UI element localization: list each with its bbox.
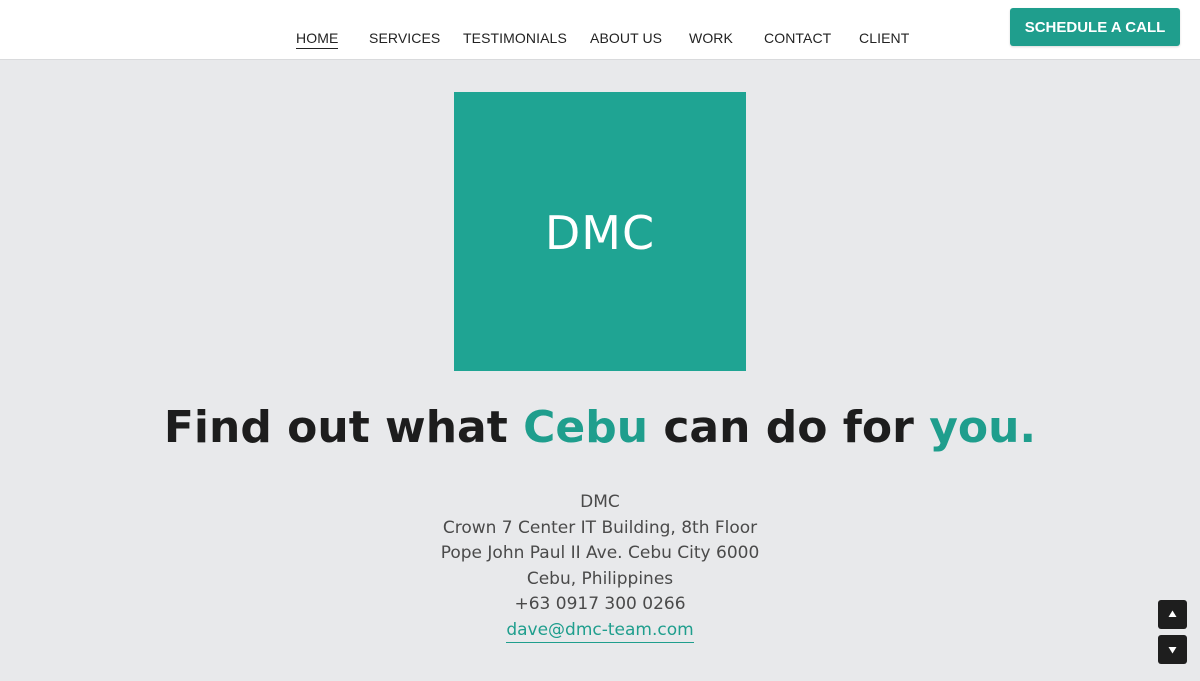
nav-item-services[interactable]: SERVICES <box>369 30 440 46</box>
triangle-up-icon <box>1168 610 1177 617</box>
triangle-down-icon <box>1168 647 1177 654</box>
nav-item-about-us[interactable]: ABOUT US <box>590 30 662 46</box>
nav-item-home[interactable]: HOME <box>296 30 339 49</box>
contact-address-block: DMC Crown 7 Center IT Building, 8th Floo… <box>0 490 1200 643</box>
nav-item-testimonials[interactable]: TESTIMONIALS <box>463 30 567 46</box>
nav-item-client[interactable]: CLIENT <box>859 30 909 46</box>
top-navigation-bar: HOME SERVICES TESTIMONIALS ABOUT US WORK… <box>0 0 1200 60</box>
company-name: DMC <box>580 492 620 512</box>
headline-accent-you: you. <box>929 402 1037 453</box>
headline-accent-cebu: Cebu <box>523 402 649 453</box>
scroll-up-button[interactable] <box>1158 600 1187 629</box>
headline-part-2: can do for <box>648 402 930 453</box>
headline-part-1: Find out what <box>163 402 524 453</box>
email-link[interactable]: dave@dmc-team.com <box>506 619 694 643</box>
page-headline: Find out what Cebu can do for you. <box>0 398 1200 458</box>
scroll-down-button[interactable] <box>1158 635 1187 664</box>
phone-number: +63 0917 300 0266 <box>514 594 686 614</box>
nav-item-contact[interactable]: CONTACT <box>764 30 831 46</box>
address-line-2: Pope John Paul II Ave. Cebu City 6000 <box>440 543 760 563</box>
nav-item-work[interactable]: WORK <box>689 30 733 46</box>
address-line-3: Cebu, Philippines <box>526 568 674 589</box>
schedule-call-button[interactable]: SCHEDULE A CALL <box>1010 8 1180 46</box>
logo-text: DMC <box>544 206 656 260</box>
address-line-1: Crown 7 Center IT Building, 8th Floor <box>442 517 758 538</box>
dmc-logo: DMC <box>454 92 746 371</box>
